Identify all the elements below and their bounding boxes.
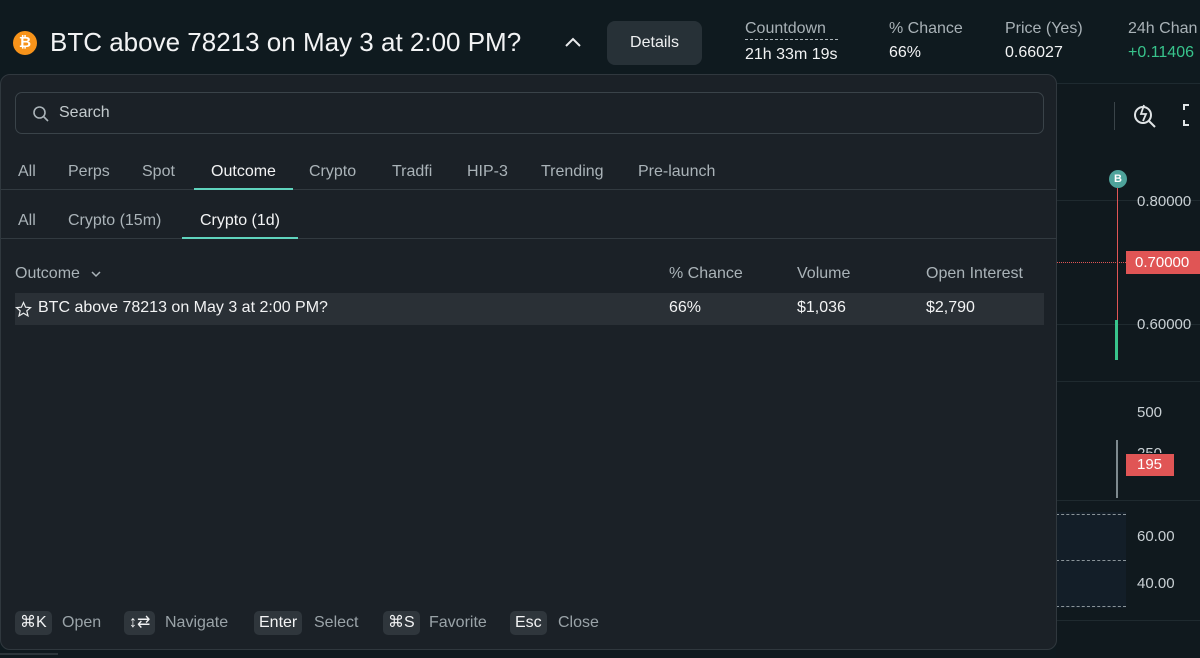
bottom-divider [0, 653, 58, 655]
hint-close: Close [558, 614, 599, 631]
countdown-stat: Countdown 21h 33m 19s [745, 20, 838, 64]
subtab-crypto-15m[interactable]: Crypto (15m) [68, 199, 161, 239]
pane-divider [1056, 620, 1200, 621]
buy-marker: B [1109, 170, 1127, 188]
table-row[interactable]: BTC above 78213 on May 3 at 2:00 PM? 66%… [15, 293, 1044, 325]
stat-value: 0.66027 [1005, 44, 1063, 61]
subcategory-tabs: All Crypto (15m) Crypto (1d) [1, 199, 1056, 239]
chevron-up-icon[interactable] [562, 32, 584, 54]
tab-outcome[interactable]: Outcome [194, 150, 293, 190]
hint-navigate: Navigate [165, 614, 229, 631]
hint-favorite: Favorite [429, 614, 487, 631]
market-header: ₿ BTC above 78213 on May 3 at 2:00 PM? D… [0, 0, 1200, 84]
bitcoin-logo-icon: ₿ [13, 31, 37, 55]
market-selector-panel: All Perps Spot Outcome Crypto Tradfi HIP… [0, 74, 1057, 650]
search-input[interactable] [59, 101, 1019, 125]
open-interest-value: $2,790 [926, 299, 975, 316]
details-button[interactable]: Details [607, 21, 702, 65]
tab-crypto[interactable]: Crypto [309, 150, 356, 190]
fullscreen-icon[interactable] [1181, 102, 1200, 128]
keyboard-hints: ⌘K Open ↕⇄ Navigate Enter Select ⌘S Favo… [15, 611, 1015, 635]
kbd-open: ⌘K [15, 611, 52, 635]
tab-all[interactable]: All [18, 150, 36, 190]
search-box[interactable] [15, 92, 1044, 134]
column-header-outcome[interactable]: Outcome [15, 265, 102, 283]
category-tabs: All Perps Spot Outcome Crypto Tradfi HIP… [1, 150, 1056, 190]
kbd-close: Esc [510, 611, 547, 635]
column-header-chance[interactable]: % Chance [669, 265, 743, 283]
tab-perps[interactable]: Perps [68, 150, 110, 190]
tab-pre-launch[interactable]: Pre-launch [638, 150, 715, 190]
band-line [1056, 514, 1126, 515]
volume-axis-label: 500 [1137, 404, 1163, 421]
tab-trending[interactable]: Trending [541, 150, 604, 190]
candle-body [1115, 320, 1118, 360]
volume-bar [1116, 440, 1118, 498]
kbd-select: Enter [254, 611, 303, 635]
pane-divider [1056, 500, 1200, 501]
pane-divider [1056, 381, 1200, 382]
indicator-axis-label: 60.00 [1137, 528, 1175, 545]
price-yes-stat: Price (Yes) 0.66027 [1005, 20, 1083, 62]
change-24h-stat: 24h Chan +0.11406 [1128, 20, 1197, 62]
column-header-volume[interactable]: Volume [797, 265, 850, 283]
tab-tradfi[interactable]: Tradfi [392, 150, 432, 190]
hint-select: Select [314, 614, 359, 631]
market-title[interactable]: BTC above 78213 on May 3 at 2:00 PM? [50, 27, 521, 58]
band-line [1056, 560, 1126, 561]
tab-hip3[interactable]: HIP-3 [467, 150, 508, 190]
chance-value: 66% [669, 299, 702, 316]
star-icon[interactable] [15, 301, 32, 318]
current-price-tag: 0.70000 [1126, 251, 1200, 274]
subtab-crypto-1d[interactable]: Crypto (1d) [182, 199, 298, 239]
indicator-axis-label: 40.00 [1137, 575, 1175, 592]
band-line [1056, 606, 1126, 607]
stat-label: % Chance [889, 20, 963, 37]
stat-value: +0.11406 [1128, 44, 1194, 61]
kbd-favorite: ⌘S [383, 611, 420, 635]
subtab-all[interactable]: All [18, 199, 36, 239]
stat-label: Countdown [745, 20, 838, 40]
stat-value: 21h 33m 19s [745, 46, 838, 63]
price-axis-label: 0.80000 [1137, 193, 1192, 210]
chance-stat: % Chance 66% [889, 20, 963, 62]
stat-label: 24h Chan [1128, 20, 1198, 37]
column-header-open-interest[interactable]: Open Interest [926, 265, 1023, 283]
stat-label: Price (Yes) [1005, 20, 1083, 37]
kbd-navigate: ↕⇄ [124, 611, 156, 635]
tab-spot[interactable]: Spot [142, 150, 175, 190]
table-header: Outcome % Chance Volume Open Interest [1, 265, 1056, 289]
toolbar-divider [1114, 102, 1115, 130]
current-volume-tag: 195 [1126, 454, 1174, 476]
indicator-search-icon[interactable] [1132, 102, 1158, 128]
volume-axis-label: 250 [1137, 445, 1162, 453]
volume-value: $1,036 [797, 299, 846, 316]
outcome-name: BTC above 78213 on May 3 at 2:00 PM? [38, 299, 328, 316]
hint-open: Open [62, 614, 102, 631]
column-header-label: Outcome [15, 265, 80, 282]
price-axis-label: 0.60000 [1137, 316, 1192, 333]
chevron-down-icon [91, 271, 101, 277]
last-price-line [1056, 262, 1126, 263]
search-icon [33, 106, 49, 122]
stat-value: 66% [889, 44, 922, 61]
